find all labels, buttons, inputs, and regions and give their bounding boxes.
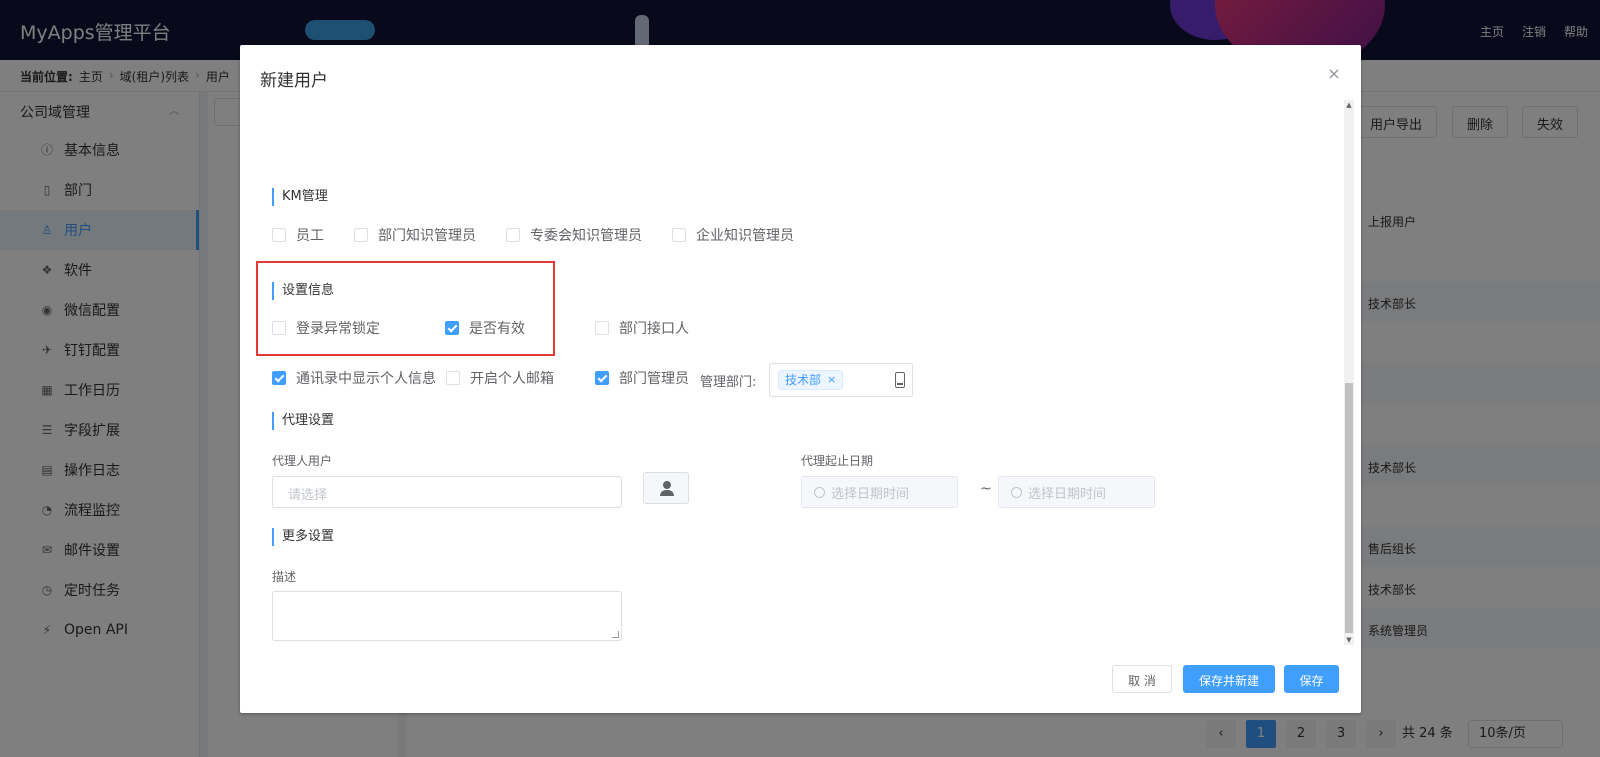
checkbox-box[interactable] — [354, 228, 368, 242]
end-date-placeholder: 选择日期时间 — [1028, 486, 1107, 502]
clock-icon — [1011, 486, 1022, 498]
close-icon[interactable]: × — [1327, 66, 1341, 82]
resize-grip-icon[interactable] — [612, 631, 619, 638]
proxy-start-date-input[interactable]: 选择日期时间 — [801, 476, 958, 508]
checkbox-label: 部门知识管理员 — [378, 228, 476, 244]
date-range-separator: ~ — [980, 481, 992, 497]
section-title-more: 更多设置 — [272, 528, 334, 546]
scroll-down-arrow-icon[interactable]: ▼ — [1345, 635, 1353, 645]
save-and-new-button[interactable]: 保存并新建 — [1183, 665, 1275, 693]
checkbox-dept-admin[interactable]: 部门管理员 — [595, 368, 689, 388]
start-date-placeholder: 选择日期时间 — [831, 486, 910, 502]
manage-dept-label: 管理部门: — [700, 375, 757, 390]
clock-icon — [814, 486, 825, 498]
checkbox-box-checked[interactable] — [595, 371, 609, 385]
proxy-user-label: 代理人用户 — [272, 454, 333, 468]
mobile-icon[interactable] — [895, 372, 905, 388]
checkbox-label: 开启个人邮箱 — [470, 371, 554, 387]
user-icon-body — [660, 490, 674, 496]
scrollbar-thumb[interactable] — [1345, 383, 1353, 633]
new-user-dialog: 新建用户 × ▲ ▼ KM管理 员工 部门知识管理员 专委会知识管理员 企业知识… — [240, 45, 1361, 713]
checkbox-personal-email[interactable]: 开启个人邮箱 — [446, 368, 554, 388]
checkbox-committee-knowledge-admin[interactable]: 专委会知识管理员 — [506, 225, 642, 245]
section-title-settings: 设置信息 — [272, 282, 334, 300]
user-icon — [663, 481, 671, 489]
checkbox-box[interactable] — [446, 371, 460, 385]
tag-close-icon[interactable]: × — [827, 371, 836, 389]
checkbox-box[interactable] — [506, 228, 520, 242]
checkbox-box-checked[interactable] — [272, 371, 286, 385]
proxy-user-input[interactable]: 请选择 — [272, 476, 622, 508]
scroll-up-arrow-icon[interactable]: ▲ — [1345, 100, 1353, 110]
checkbox-employee[interactable]: 员工 — [272, 225, 324, 245]
checkbox-box[interactable] — [595, 321, 609, 335]
proxy-end-date-input[interactable]: 选择日期时间 — [998, 476, 1155, 508]
section-title-km: KM管理 — [272, 188, 328, 206]
checkbox-label: 通讯录中显示个人信息 — [296, 371, 436, 387]
checkbox-show-personal-info[interactable]: 通讯录中显示个人信息 — [272, 368, 436, 388]
checkbox-label: 员工 — [296, 228, 324, 244]
cancel-button[interactable]: 取 消 — [1112, 665, 1172, 693]
checkbox-label: 登录异常锁定 — [296, 321, 380, 337]
checkbox-box[interactable] — [672, 228, 686, 242]
select-user-button[interactable] — [643, 472, 689, 504]
proxy-date-label: 代理起止日期 — [801, 454, 874, 468]
checkbox-label: 是否有效 — [469, 321, 525, 337]
checkbox-label: 部门接口人 — [619, 321, 689, 337]
dept-tag-label: 技术部 — [785, 373, 822, 387]
checkbox-label: 部门管理员 — [619, 371, 689, 387]
dialog-scrollbar[interactable]: ▲ ▼ — [1344, 100, 1354, 645]
dept-tag: 技术部 × — [778, 370, 844, 390]
checkbox-label: 企业知识管理员 — [696, 228, 794, 244]
checkbox-box[interactable] — [272, 321, 286, 335]
checkbox-is-valid[interactable]: 是否有效 — [445, 318, 525, 338]
checkbox-dept-contact[interactable]: 部门接口人 — [595, 318, 689, 338]
section-title-proxy: 代理设置 — [272, 412, 334, 430]
description-label: 描述 — [272, 570, 297, 584]
checkbox-login-lock[interactable]: 登录异常锁定 — [272, 318, 380, 338]
manage-dept-select[interactable]: 技术部 × — [769, 363, 913, 397]
checkbox-dept-knowledge-admin[interactable]: 部门知识管理员 — [354, 225, 476, 245]
checkbox-box-checked[interactable] — [445, 321, 459, 335]
checkbox-enterprise-knowledge-admin[interactable]: 企业知识管理员 — [672, 225, 794, 245]
description-textarea[interactable] — [272, 591, 622, 641]
checkbox-box[interactable] — [272, 228, 286, 242]
checkbox-label: 专委会知识管理员 — [530, 228, 642, 244]
dialog-title: 新建用户 — [260, 71, 328, 91]
highlight-box — [256, 261, 555, 356]
save-button[interactable]: 保存 — [1284, 665, 1339, 693]
